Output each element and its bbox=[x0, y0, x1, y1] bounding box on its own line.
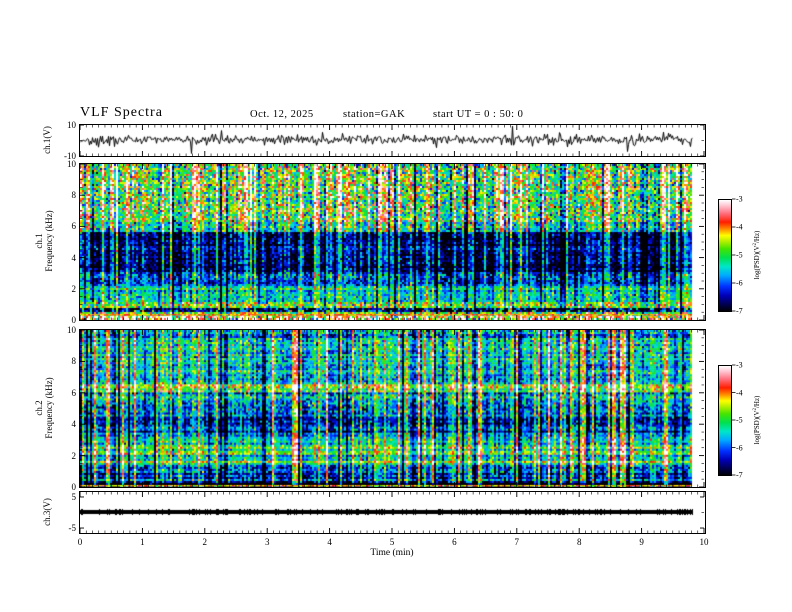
colorbar-tick-label: -6 bbox=[736, 278, 743, 288]
y-tick-label: 10 bbox=[67, 325, 76, 335]
colorbar-tick-label: -3 bbox=[736, 360, 743, 370]
ch3-waveform-trace bbox=[80, 492, 705, 533]
colorbar-tick-label: -3 bbox=[736, 194, 743, 204]
x-tick-label: 3 bbox=[264, 537, 270, 547]
colorbar-label-text: log(PSD)(V bbox=[753, 245, 762, 280]
ch2-colorbar bbox=[718, 365, 732, 476]
header-start-ut: start UT = 0 : 50: 0 bbox=[433, 109, 524, 120]
y-tick-label: 8 bbox=[71, 190, 77, 201]
y-tick-label: -5 bbox=[68, 523, 77, 534]
x-tick-label: 10 bbox=[699, 537, 709, 547]
y-tick-label: 0 bbox=[71, 482, 77, 492]
ch2-frequency-axis-label: ch.2 Frequency (kHz) bbox=[34, 377, 54, 438]
y-tick-label: 5 bbox=[71, 491, 77, 502]
header-date: Oct. 12, 2025 bbox=[250, 109, 314, 120]
ch3-waveform-panel bbox=[79, 491, 706, 534]
y-tick-label: 4 bbox=[71, 419, 77, 430]
colorbar-label-text: /Hz) bbox=[753, 230, 762, 244]
colorbar-tick-label: -5 bbox=[736, 250, 743, 260]
time-axis-label: Time (min) bbox=[370, 548, 414, 558]
colorbar-tick-label: -7 bbox=[736, 306, 743, 316]
ch1-spectrogram-panel bbox=[79, 163, 706, 321]
frequency-khz-label: Frequency (kHz) bbox=[44, 210, 54, 272]
colorbar-tick-label: -7 bbox=[736, 470, 743, 480]
x-tick-label: 9 bbox=[639, 537, 644, 547]
ch3-voltage-axis-label: ch.3(V) bbox=[42, 498, 52, 526]
x-tick-label: 8 bbox=[576, 537, 582, 547]
colorbar-label-sup: 2 bbox=[752, 243, 758, 246]
x-tick-label: 2 bbox=[202, 537, 208, 547]
y-tick-label: 2 bbox=[71, 283, 77, 294]
x-tick-label: 6 bbox=[452, 537, 457, 547]
y-tick-label: -10 bbox=[64, 151, 76, 161]
colorbar-tick-label: -5 bbox=[736, 415, 743, 425]
y-tick-label: 6 bbox=[71, 221, 77, 232]
colorbar-label-sup: 2 bbox=[752, 408, 758, 411]
colorbar-tick-label: -4 bbox=[736, 388, 743, 397]
ch1-colorbar-label: log(PSD)(V2/Hz) bbox=[753, 231, 761, 280]
ch1-spectrogram-image bbox=[80, 164, 705, 320]
ch2-spectrogram-image bbox=[80, 330, 705, 487]
x-tick-label: 5 bbox=[389, 537, 395, 547]
ch2-label-line: ch.2 bbox=[34, 400, 44, 416]
ch1-label-line: ch.1 bbox=[34, 233, 44, 249]
colorbar-label-text: /Hz) bbox=[753, 395, 762, 409]
ch2-spectrogram-panel bbox=[79, 329, 706, 488]
ch1-voltage-axis-label: ch.1(V) bbox=[42, 126, 52, 154]
ch2-colorbar-label: log(PSD)(V2/Hz) bbox=[753, 396, 761, 445]
y-tick-label: 6 bbox=[71, 387, 77, 398]
vlf-spectra-page: VLF Spectra Oct. 12, 2025 station=GAK st… bbox=[0, 0, 792, 612]
ch1-colorbar bbox=[718, 199, 732, 312]
colorbar-tick-label: -6 bbox=[736, 443, 743, 452]
y-tick-label: 8 bbox=[71, 356, 77, 367]
x-tick-label: 0 bbox=[77, 537, 83, 547]
frequency-khz-label: Frequency (kHz) bbox=[44, 377, 54, 439]
y-tick-label: 2 bbox=[71, 450, 77, 461]
ch1-waveform-panel bbox=[79, 124, 706, 157]
y-tick-label: 10 bbox=[67, 120, 76, 130]
x-tick-label: 1 bbox=[140, 537, 145, 547]
x-tick-label: 7 bbox=[514, 537, 520, 547]
colorbar-tick-label: -4 bbox=[736, 222, 743, 232]
header-station: station=GAK bbox=[343, 109, 406, 120]
ch1-frequency-axis-label: ch.1 Frequency (kHz) bbox=[34, 210, 54, 271]
colorbar-label-text: log(PSD)(V bbox=[753, 410, 762, 445]
y-tick-label: 0 bbox=[71, 315, 77, 325]
x-tick-label: 4 bbox=[327, 537, 332, 547]
ch1-waveform-trace bbox=[80, 125, 705, 156]
page-title: VLF Spectra bbox=[80, 105, 163, 120]
y-tick-label: 4 bbox=[71, 252, 77, 263]
